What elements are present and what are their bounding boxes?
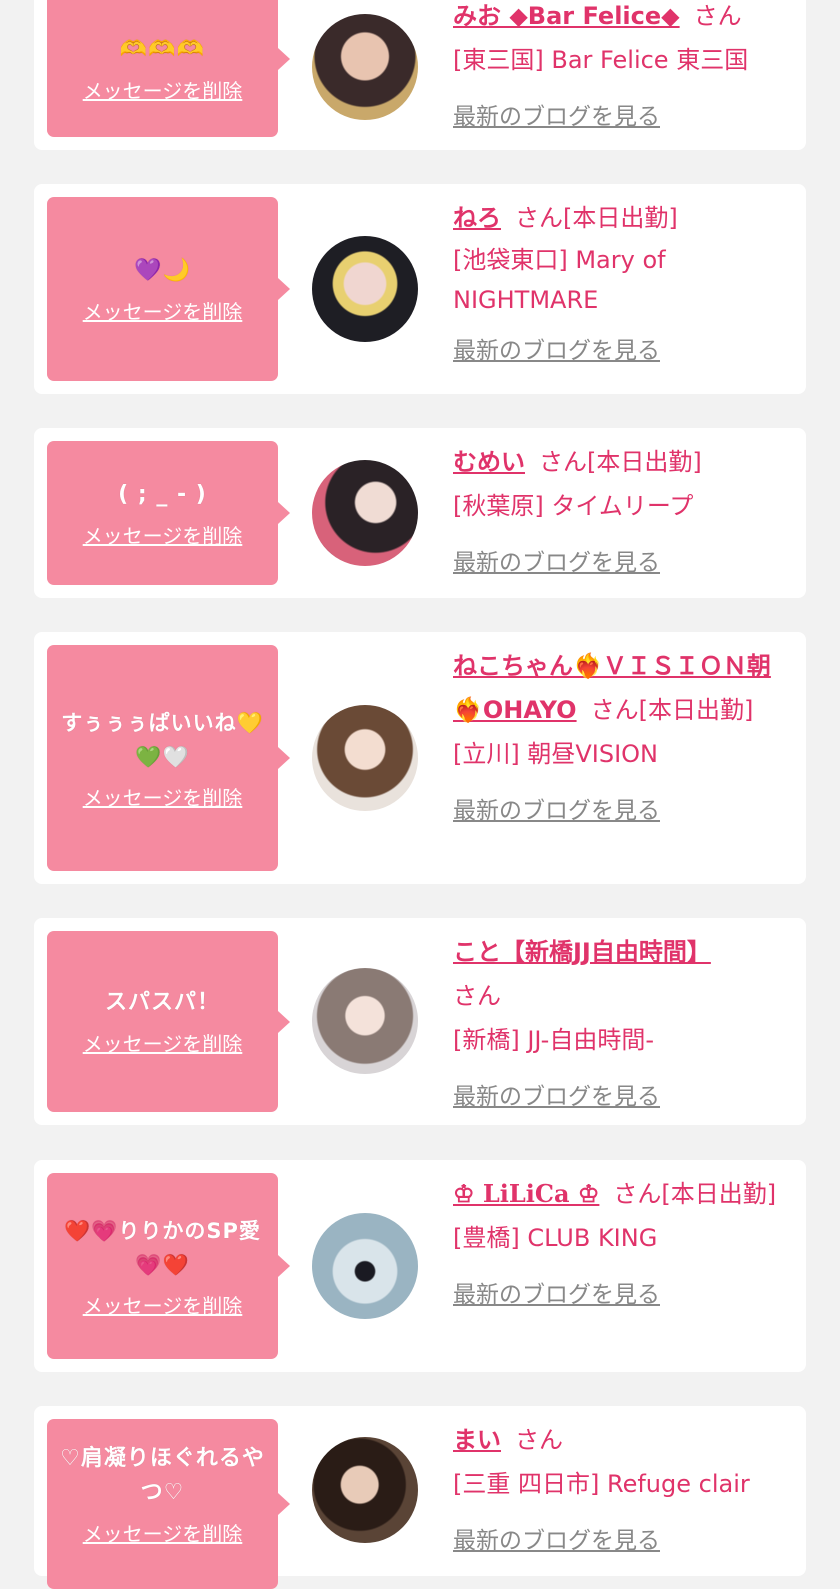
avatar[interactable] bbox=[312, 460, 418, 566]
shop-info: [三重 四日市] Refuge clair bbox=[453, 1470, 750, 1498]
work-status: [本日出勤] bbox=[587, 448, 702, 476]
shop-info: [東三国] Bar Felice 東三国 bbox=[453, 46, 749, 74]
san-suffix: さん bbox=[515, 204, 563, 232]
latest-blog-link[interactable]: 最新のブログを見る bbox=[453, 1282, 660, 1308]
message-text: すぅぅぅぱいいね💛💚🤍 bbox=[61, 710, 264, 769]
message-bubble: スパスパ！ メッセージを削除 bbox=[47, 931, 290, 1112]
cast-info: ♔ LiLiCa ♔ さん[本日出勤] [豊橋] CLUB KING 最新のブログ… bbox=[453, 1172, 793, 1317]
latest-blog-link[interactable]: 最新のブログを見る bbox=[453, 798, 660, 824]
shop-info: [新橋] JJ-自由時間- bbox=[453, 1026, 654, 1054]
message-bubble: ❤️💗りりかのSP愛💗❤️ メッセージを削除 bbox=[47, 1173, 290, 1359]
san-suffix: さん bbox=[590, 696, 639, 724]
delete-message-link[interactable]: メッセージを削除 bbox=[83, 1290, 243, 1319]
cast-name-link[interactable]: ♔ LiLiCa ♔ bbox=[453, 1179, 599, 1208]
san-suffix: さん bbox=[693, 2, 742, 30]
cast-name-link[interactable]: こと【新橋JJ自由時間】 bbox=[453, 938, 711, 966]
message-bubble: 💜🌙 メッセージを削除 bbox=[47, 197, 290, 381]
message-bubble: 🫶🫶🫶 メッセージを削除 bbox=[47, 0, 290, 137]
work-status: [本日出勤] bbox=[638, 696, 754, 724]
cast-info: まい さん [三重 四日市] Refuge clair 最新のブログを見る bbox=[453, 1418, 793, 1563]
cast-name-link[interactable]: ねろ bbox=[453, 204, 501, 232]
cast-info: こと【新橋JJ自由時間】 さん [新橋] JJ-自由時間- 最新のブログを見る bbox=[453, 930, 793, 1119]
san-suffix: さん bbox=[539, 448, 587, 476]
cast-info: みお ◆Bar Felice◆ さん [東三国] Bar Felice 東三国 最… bbox=[453, 0, 793, 139]
san-suffix: さん bbox=[613, 1180, 662, 1208]
cast-info: ねろ さん[本日出勤] [池袋東口] Mary of NIGHTMARE 最新のブ… bbox=[453, 196, 793, 373]
delete-message-link[interactable]: メッセージを削除 bbox=[83, 296, 243, 325]
avatar[interactable] bbox=[312, 236, 418, 342]
latest-blog-link[interactable]: 最新のブログを見る bbox=[453, 1528, 660, 1554]
avatar[interactable] bbox=[312, 968, 418, 1074]
message-bubble: ♡肩凝りほぐれるやつ♡ メッセージを削除 bbox=[47, 1419, 290, 1589]
message-card: ♡肩凝りほぐれるやつ♡ メッセージを削除 まい さん [三重 四日市] Refug… bbox=[34, 1406, 806, 1589]
message-bubble: ( ; _ - ) メッセージを削除 bbox=[47, 441, 290, 585]
message-card: スパスパ！ メッセージを削除 こと【新橋JJ自由時間】 さん [新橋] JJ-自由… bbox=[34, 918, 806, 1125]
cast-info: むめい さん[本日出勤] [秋葉原] タイムリープ 最新のブログを見る bbox=[453, 440, 793, 585]
message-card: すぅぅぅぱいいね💛💚🤍 メッセージを削除 ねこちゃん❤️‍🔥ＶＩＳＩＯＮ朝❤️‍… bbox=[34, 632, 806, 884]
cast-name-link[interactable]: むめい bbox=[453, 448, 525, 476]
latest-blog-link[interactable]: 最新のブログを見る bbox=[453, 550, 660, 576]
latest-blog-link[interactable]: 最新のブログを見る bbox=[453, 104, 660, 130]
message-bubble: すぅぅぅぱいいね💛💚🤍 メッセージを削除 bbox=[47, 645, 290, 871]
message-text: ( ; _ - ) bbox=[118, 481, 207, 507]
latest-blog-link[interactable]: 最新のブログを見る bbox=[453, 338, 660, 364]
shop-info: [池袋東口] Mary of NIGHTMARE bbox=[453, 246, 666, 314]
message-card: ❤️💗りりかのSP愛💗❤️ メッセージを削除 ♔ LiLiCa ♔ さん[本日出勤… bbox=[34, 1160, 806, 1372]
delete-message-link[interactable]: メッセージを削除 bbox=[83, 1028, 243, 1057]
cast-name-link[interactable]: まい bbox=[453, 1426, 501, 1454]
cast-name-link[interactable]: みお ◆Bar Felice◆ bbox=[453, 2, 680, 30]
cast-info: ねこちゃん❤️‍🔥ＶＩＳＩＯＮ朝❤️‍🔥OHAYO さん[本日出勤] [立川] 朝… bbox=[453, 644, 798, 833]
avatar[interactable] bbox=[312, 1437, 418, 1543]
delete-message-link[interactable]: メッセージを削除 bbox=[83, 75, 243, 104]
shop-info: [豊橋] CLUB KING bbox=[453, 1224, 658, 1252]
avatar[interactable] bbox=[312, 1213, 418, 1319]
message-text: スパスパ！ bbox=[104, 990, 220, 1015]
san-suffix: さん bbox=[515, 1426, 563, 1454]
avatar[interactable] bbox=[312, 14, 418, 120]
delete-message-link[interactable]: メッセージを削除 bbox=[83, 1518, 243, 1547]
shop-info: [秋葉原] タイムリープ bbox=[453, 492, 694, 520]
message-card: 🫶🫶🫶 メッセージを削除 みお ◆Bar Felice◆ さん [東三国] Bar… bbox=[34, 0, 806, 150]
work-status: [本日出勤] bbox=[661, 1180, 777, 1208]
delete-message-link[interactable]: メッセージを削除 bbox=[83, 520, 243, 549]
message-text: 💜🌙 bbox=[134, 257, 191, 283]
message-card: 💜🌙 メッセージを削除 ねろ さん[本日出勤] [池袋東口] Mary of NI… bbox=[34, 184, 806, 394]
message-text: ❤️💗りりかのSP愛💗❤️ bbox=[64, 1218, 261, 1277]
avatar[interactable] bbox=[312, 705, 418, 811]
message-text: ♡肩凝りほぐれるやつ♡ bbox=[60, 1445, 265, 1505]
san-suffix: さん bbox=[453, 982, 501, 1010]
message-text: 🫶🫶🫶 bbox=[119, 37, 206, 62]
message-card: ( ; _ - ) メッセージを削除 むめい さん[本日出勤] [秋葉原] タイム… bbox=[34, 428, 806, 598]
latest-blog-link[interactable]: 最新のブログを見る bbox=[453, 1084, 660, 1110]
delete-message-link[interactable]: メッセージを削除 bbox=[83, 782, 243, 811]
shop-info: [立川] 朝昼VISION bbox=[453, 740, 659, 768]
work-status: [本日出勤] bbox=[563, 204, 678, 232]
